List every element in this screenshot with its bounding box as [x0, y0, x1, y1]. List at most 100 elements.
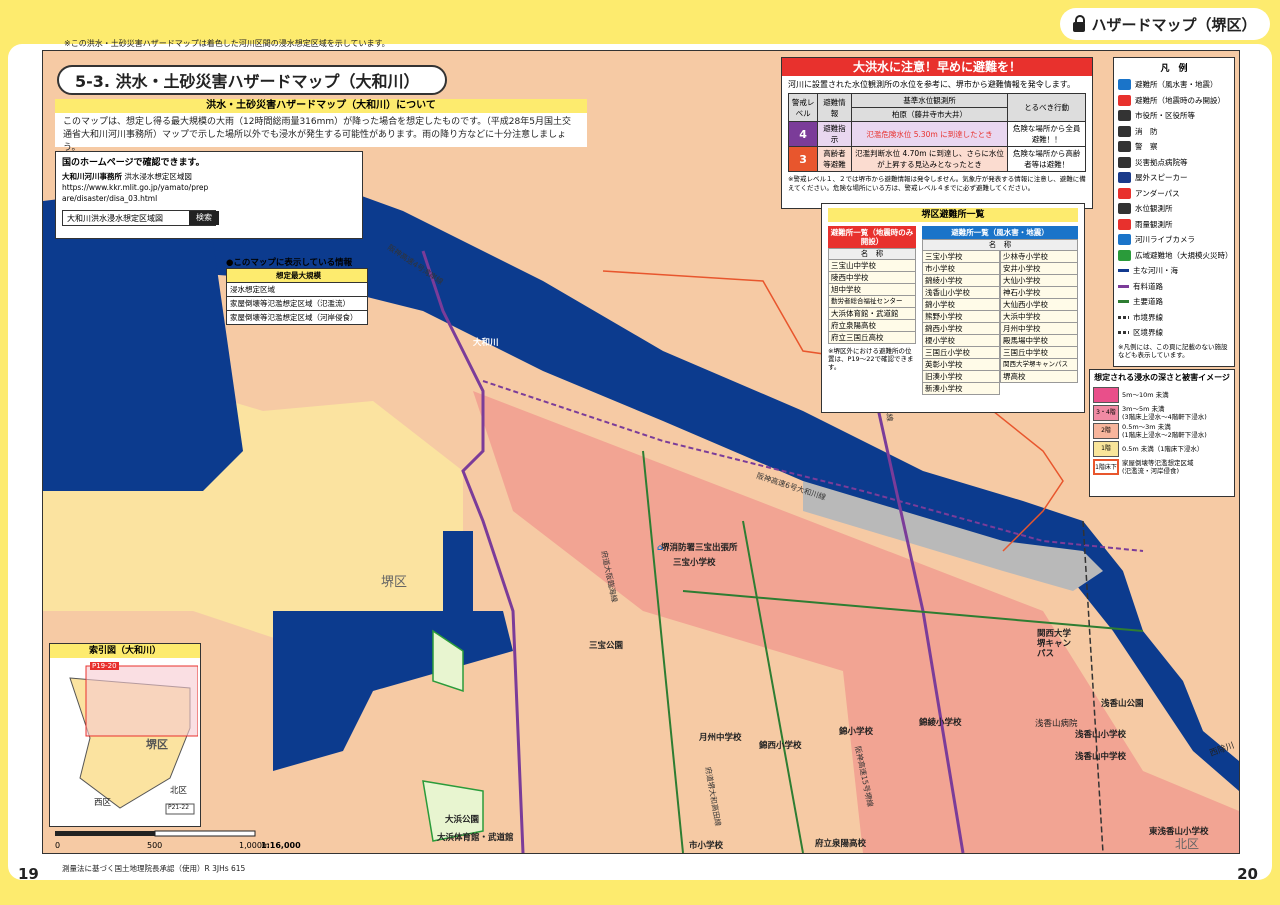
- shelter-item: 殿馬場中学校: [1000, 335, 1078, 347]
- index-map: [50, 658, 199, 824]
- legend-items: 避難所（風水害・地震） 避難所（地震時のみ開設） 市役所・区役所等消 防警 察災害拠…: [1114, 77, 1234, 341]
- shelter-marker-sanpou[interactable]: ⌂: [657, 543, 663, 553]
- depth-swatch: 1階: [1093, 441, 1119, 457]
- depth-label: 家屋倒壊等氾濫想定区域: [1122, 459, 1194, 467]
- ichi-es-label: 市小学校: [689, 841, 724, 851]
- shelter-item: 浅香山小学校: [922, 287, 1000, 299]
- ohama-gym-label: 大浜体育館・武道館: [437, 833, 514, 843]
- shelter-item: 大浜体育館・武道館: [828, 308, 916, 320]
- homepage-url[interactable]: https://www.kkr.mlit.go.jp/yamato/prepar…: [56, 182, 218, 204]
- hazard-map[interactable]: 大和川 堺区 北区 阪神高速4号湾岸線 阪神高速6号大和川線 阪神高速15号堺線…: [42, 50, 1240, 854]
- map-info-row: 家屋倒壊等氾濫想定区域（氾濫流）: [226, 297, 368, 311]
- col-station: 基準水位観測所: [850, 93, 1009, 108]
- north-ward-label: 北区: [1175, 837, 1200, 851]
- legend-label: 河川ライブカメラ: [1135, 235, 1195, 244]
- police-icon: [1118, 141, 1131, 153]
- depth-row: 3・4階 3m～5m 未満 (3階床上浸水～4階軒下浸水): [1090, 404, 1234, 422]
- action-4: 危険な場所から全員避難！！: [1007, 121, 1086, 147]
- toll-road-icon: [1118, 284, 1129, 288]
- map-info-row: 家屋倒壊等氾濫想定区域（河岸侵食）: [226, 311, 368, 325]
- quake-shelter-icon: [1118, 94, 1131, 106]
- search-button[interactable]: 検索: [189, 211, 219, 225]
- action-3: 危険な場所から高齢者等は避難！: [1007, 146, 1086, 172]
- river-icon: [1118, 269, 1129, 273]
- legend-item: 広域避難地（大規模火災時）: [1114, 248, 1234, 264]
- legend-item: 水位観測所: [1114, 201, 1234, 217]
- col-level: 警戒レベル: [787, 93, 819, 122]
- shelter-item: 錦小学校: [922, 299, 1000, 311]
- east-asakayama-es-label: 東浅香山小学校: [1149, 827, 1209, 837]
- hospital-icon: [1118, 156, 1131, 168]
- shelter-item: 神石小学校: [1000, 287, 1078, 299]
- depth-swatch: 2階: [1093, 423, 1119, 439]
- asakayama-park-label: 浅香山公園: [1101, 699, 1144, 709]
- shelter-item: 錦西小学校: [922, 323, 1000, 335]
- legend-label: 避難所（地震時のみ開設）: [1135, 95, 1225, 105]
- map-info: ●このマップに表示している情報 想定最大規模 浸水想定区域 家屋倒壊等氾濫想定区…: [226, 256, 368, 325]
- shelter-item: 堺高校: [1000, 371, 1078, 383]
- level-4: 4: [787, 121, 819, 147]
- page-number-left: 19: [18, 865, 39, 883]
- shelter-item: 英彰小学校: [922, 359, 1000, 371]
- legend-label: 主要道路: [1133, 297, 1163, 306]
- asakayama-jhs-label: 浅香山中学校: [1075, 752, 1127, 762]
- sea-west: [43, 241, 243, 491]
- legend-label: 市役所・区役所等: [1135, 111, 1195, 120]
- legend-label: 広域避難地（大規模火災時）: [1135, 250, 1233, 260]
- city-border-icon: [1118, 315, 1129, 319]
- homepage-title: 国のホームページで確認できます。: [62, 158, 205, 168]
- legend-label: 雨量観測所: [1135, 219, 1173, 229]
- office-name: 大和川河川事務所: [62, 172, 122, 181]
- col-info: 避難情報: [817, 93, 852, 122]
- legend-label: 主な河川・海: [1133, 266, 1178, 275]
- alert-text: 河川に設置された水位観測所の水位を参考に、堺市から避難情報を発令します。: [788, 80, 1075, 89]
- depth-label: 0.5m 未満（1階床下浸水）: [1122, 445, 1204, 453]
- city-hall-icon: [1118, 110, 1131, 122]
- shelter-item: 関西大学堺キャンパス: [1000, 359, 1078, 371]
- index-ward: 堺区: [146, 738, 168, 751]
- scale-bar: 0 500 1,000m 1:16,000: [55, 829, 301, 851]
- legend-note: ※凡例には、この頁に記載のない施設なども表示しています。: [1118, 342, 1228, 359]
- shelter-name-label: 名 称: [828, 248, 916, 260]
- legend-item: 市役所・区役所等: [1114, 108, 1234, 124]
- legend-item: 避難所（地震時のみ開設）: [1114, 93, 1234, 109]
- search-box[interactable]: 大和川洪水浸水想定区域図 検索: [62, 210, 219, 226]
- evacuation-alert-panel: 大洪水に注意！早めに避難を！ 河川に設置された水位観測所の水位を参考に、堺市から…: [781, 57, 1093, 209]
- legend-item: 主要道路: [1114, 294, 1234, 310]
- scale-ratio: 1:16,000: [261, 841, 301, 850]
- main-road-icon: [1118, 300, 1129, 304]
- shelter-icon: [1118, 79, 1131, 91]
- legend-heading: 凡 例: [1160, 64, 1188, 74]
- shelter-item: 大仙小学校: [1000, 275, 1078, 287]
- legend-label: 消 防: [1135, 126, 1158, 136]
- depth-swatch: 3・4階: [1093, 405, 1119, 421]
- alert-table: 警戒レベル 避難情報 基準水位観測所 とるべき行動 柏原（藤井寺市大井） 4 避難指示氾…: [787, 93, 1086, 172]
- shelter-item: 三国丘中学校: [1000, 347, 1078, 359]
- shelter-heading: 堺区避難所一覧: [828, 208, 1078, 222]
- legend-label: 市境界線: [1133, 312, 1163, 322]
- legend-item: 屋外スピーカー: [1114, 170, 1234, 186]
- legend-item: アンダーパス: [1114, 186, 1234, 202]
- map-info-heading: ●このマップに表示している情報: [226, 258, 353, 268]
- col-station-sub: 柏原（藤井寺市大井）: [850, 107, 1009, 122]
- legend-label: 有料道路: [1133, 281, 1163, 291]
- legend-label: 区境界線: [1133, 328, 1163, 337]
- shelter-item: 市小学校: [922, 263, 1000, 275]
- nishiki-es-label: 錦小学校: [839, 727, 874, 737]
- shelter-item: 月州中学校: [1000, 323, 1078, 335]
- station-3: 氾濫判断水位 4.70m に到達し、さらに水位が上昇する見込みとなったとき: [850, 146, 1009, 172]
- shelter-col-quake: 避難所一覧（地震時のみ開設） 名 称 三宝山中学校 陵西中学校 旭中学校 勤労者…: [828, 226, 916, 371]
- gesshu-jhs-label: 月州中学校: [699, 733, 742, 743]
- depth-label: 5m～10m 未満: [1122, 391, 1169, 399]
- fire-station-icon: [1118, 125, 1131, 137]
- ward-label: 堺区: [381, 575, 408, 590]
- homepage-panel: 国のホームページで確認できます。 大和川河川事務所 洪水浸水想定区域図 http…: [55, 151, 368, 325]
- page-number-right: 20: [1237, 865, 1258, 883]
- sanpou-park-label: 三宝公園: [589, 641, 624, 651]
- about-panel: 洪水・土砂災害ハザードマップ（大和川）について このマップは、想定し得る最大規模…: [55, 99, 587, 153]
- legend-label: 避難所（風水害・地震）: [1135, 80, 1218, 89]
- depth-sub: (3階床上浸水～4階軒下浸水): [1122, 413, 1207, 421]
- info-4: 避難指示: [817, 121, 852, 147]
- office-sub: 洪水浸水想定区域図: [124, 172, 192, 181]
- shelter-list-panel: 堺区避難所一覧 避難所一覧（地震時のみ開設） 名 称 三宝山中学校 陵西中学校 …: [821, 203, 1085, 413]
